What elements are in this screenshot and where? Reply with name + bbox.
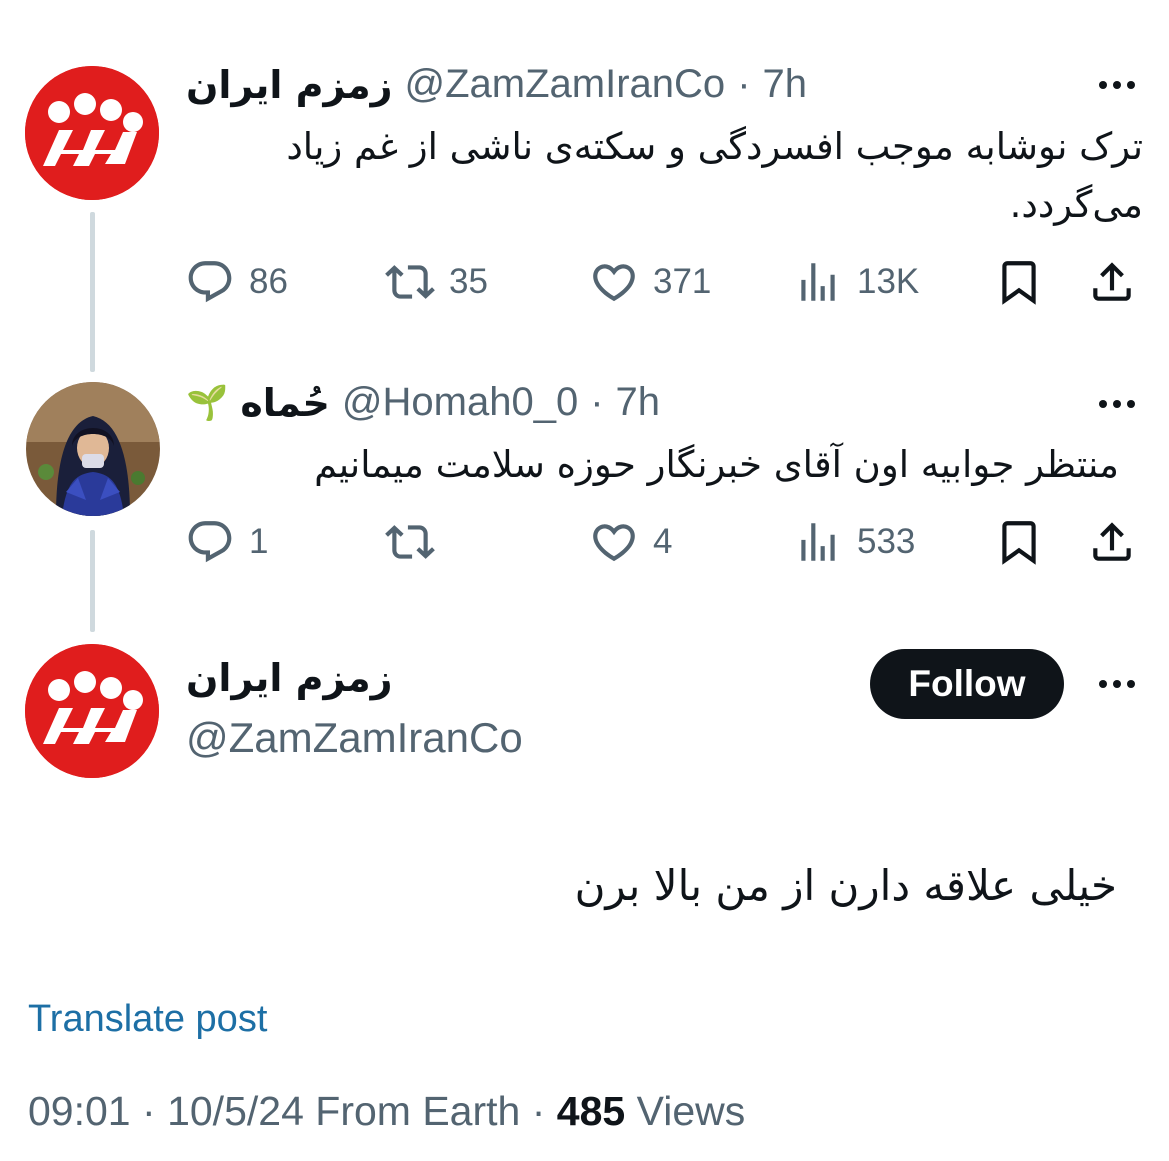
share-button[interactable] bbox=[1087, 512, 1137, 572]
tweet-actions: 86 35 371 13K bbox=[185, 252, 1145, 312]
analytics-icon bbox=[793, 257, 843, 307]
views-label: Views bbox=[636, 1088, 746, 1134]
heart-icon bbox=[589, 517, 639, 567]
retweet-button[interactable] bbox=[385, 512, 449, 572]
timestamp[interactable]: 7h bbox=[763, 62, 808, 107]
display-name[interactable]: زمزم ایران bbox=[186, 656, 393, 700]
timestamp[interactable]: 7h bbox=[616, 380, 661, 425]
post-date[interactable]: 10/5/24 bbox=[167, 1088, 304, 1134]
views-button[interactable]: 13K bbox=[793, 252, 919, 312]
reply-button[interactable]: 86 bbox=[185, 252, 288, 312]
bookmark-button[interactable] bbox=[994, 512, 1044, 572]
reply-button[interactable]: 1 bbox=[185, 512, 268, 572]
views-button[interactable]: 533 bbox=[793, 512, 915, 572]
more-options-button[interactable] bbox=[1092, 65, 1142, 105]
follow-button[interactable]: Follow bbox=[870, 649, 1064, 719]
like-button[interactable]: 371 bbox=[589, 252, 711, 312]
bookmark-icon bbox=[994, 517, 1044, 567]
bookmark-icon bbox=[994, 257, 1044, 307]
retweet-button[interactable]: 35 bbox=[385, 252, 488, 312]
more-options-button[interactable] bbox=[1092, 664, 1142, 704]
heart-icon bbox=[589, 257, 639, 307]
retweet-icon bbox=[385, 257, 435, 307]
retweet-icon bbox=[385, 517, 435, 567]
retweet-count: 35 bbox=[449, 262, 488, 301]
view-count: 13K bbox=[857, 262, 920, 301]
bookmark-button[interactable] bbox=[994, 252, 1044, 312]
reply-count: 1 bbox=[249, 522, 269, 561]
zamzam-logo-icon bbox=[25, 66, 159, 200]
separator: · bbox=[737, 62, 751, 106]
avatar[interactable] bbox=[25, 644, 159, 778]
display-name[interactable]: حُماه bbox=[240, 381, 330, 425]
reply-icon bbox=[185, 517, 235, 567]
share-button[interactable] bbox=[1087, 252, 1137, 312]
analytics-icon bbox=[793, 517, 843, 567]
post-source: From Earth bbox=[315, 1088, 521, 1134]
separator: · bbox=[590, 380, 604, 424]
post-text: خیلی علاقه دارن از من بالا برن bbox=[574, 861, 1117, 910]
reply-count: 86 bbox=[249, 262, 288, 301]
post-meta: 09:01 · 10/5/24 From Earth · 485 Views bbox=[28, 1088, 745, 1135]
display-name[interactable]: زمزم ایران bbox=[186, 63, 393, 107]
avatar[interactable] bbox=[26, 382, 160, 516]
avatar[interactable] bbox=[25, 66, 159, 200]
separator: · bbox=[531, 1088, 546, 1134]
like-count: 4 bbox=[653, 522, 673, 561]
thread-connector bbox=[90, 212, 95, 372]
share-icon bbox=[1087, 517, 1137, 567]
tweet-header: 🌱 حُماه @Homah0_0 · 7h bbox=[186, 380, 660, 425]
share-icon bbox=[1087, 257, 1137, 307]
tweet-text: ترک نوشابه موجب افسردگی و سکته‌ی ناشی از… bbox=[286, 125, 1143, 226]
post-time[interactable]: 09:01 bbox=[28, 1088, 131, 1134]
like-button[interactable]: 4 bbox=[589, 512, 672, 572]
handle[interactable]: @ZamZamIranCo bbox=[186, 714, 523, 762]
reply-icon bbox=[185, 257, 235, 307]
view-count: 533 bbox=[857, 522, 916, 561]
like-count: 371 bbox=[653, 262, 712, 301]
profile-photo-icon bbox=[26, 382, 160, 516]
tweet-text: منتظر جوابیه اون آقای خبرنگار حوزه سلامت… bbox=[314, 443, 1119, 486]
views-count: 485 bbox=[556, 1088, 626, 1134]
translate-post-link[interactable]: Translate post bbox=[28, 998, 267, 1041]
more-options-button[interactable] bbox=[1092, 384, 1142, 424]
handle[interactable]: @Homah0_0 bbox=[342, 380, 578, 425]
tweet-actions: 1 4 533 bbox=[185, 512, 1145, 572]
tweet-header: زمزم ایران @ZamZamIranCo · 7h bbox=[186, 62, 807, 107]
handle[interactable]: @ZamZamIranCo bbox=[405, 62, 726, 107]
thread-connector bbox=[90, 530, 95, 632]
sprout-icon: 🌱 bbox=[186, 382, 229, 423]
zamzam-logo-icon bbox=[25, 644, 159, 778]
separator: · bbox=[142, 1088, 156, 1134]
